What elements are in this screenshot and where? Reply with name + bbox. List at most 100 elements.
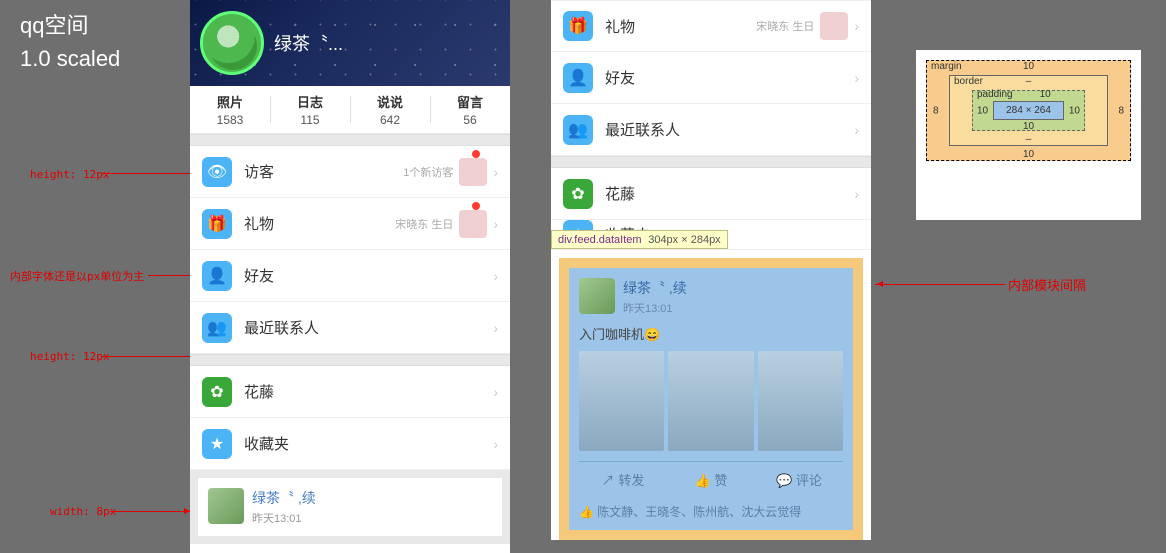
bm-padding-left: 10: [977, 105, 988, 116]
action-label: 转发: [618, 473, 644, 488]
feed-item[interactable]: 绿茶〝 ,续 昨天13:01: [198, 478, 502, 536]
box-model-diagram: margin 10 8 10 8 border – – padding 10 1…: [916, 50, 1141, 220]
bm-margin-top: 10: [1023, 61, 1034, 72]
row-huateng[interactable]: ✿ 花藤 ›: [551, 168, 871, 220]
stat-label: 留言: [430, 92, 510, 111]
like-button[interactable]: 👍 赞: [667, 462, 755, 497]
flower-icon: ✿: [563, 179, 593, 209]
row-label: 好友: [605, 67, 854, 88]
chevron-right-icon: ›: [493, 320, 498, 336]
star-icon: ★: [202, 429, 232, 459]
anno-inner-font: 内部字体还是以px单位为主: [10, 268, 144, 284]
forward-button[interactable]: ↗ 转发: [579, 462, 667, 497]
bm-margin: margin 10 8 10 8 border – – padding 10 1…: [926, 60, 1131, 161]
arrow-to-width8: [110, 511, 192, 512]
bm-padding-top: 10: [1040, 89, 1051, 100]
row-meta: 宋晓东 生日: [395, 216, 453, 232]
chevron-right-icon: ›: [493, 268, 498, 284]
arrow-to-gap2: [102, 356, 200, 357]
title-line1: qq空间: [20, 8, 120, 40]
row-label: 花藤: [605, 183, 854, 204]
chevron-right-icon: ›: [854, 186, 859, 202]
chevron-right-icon: ›: [493, 436, 498, 452]
friend-icon: 👤: [563, 63, 593, 93]
friend-icon: 👤: [202, 261, 232, 291]
row-visitors[interactable]: 👁 访客 1个新访客 ›: [190, 146, 510, 198]
bm-content: 284 × 264: [993, 101, 1064, 120]
section-gap: [190, 354, 510, 366]
feed-likes: 👍 陈文静、王晓冬、陈州航、沈大云觉得: [579, 503, 843, 520]
stat-label: 照片: [190, 92, 270, 111]
row-huateng[interactable]: ✿ 花藤 ›: [190, 366, 510, 418]
badge-dot: [472, 150, 480, 158]
row-friends[interactable]: 👤 好友 ›: [551, 52, 871, 104]
row-recent[interactable]: 👥 最近联系人 ›: [551, 104, 871, 156]
feed-images: [579, 351, 843, 451]
stat-value: 56: [430, 113, 510, 127]
row-friends[interactable]: 👤 好友 ›: [190, 250, 510, 302]
chevron-right-icon: ›: [854, 70, 859, 86]
chevron-right-icon: ›: [854, 122, 859, 138]
chevron-right-icon: ›: [493, 164, 498, 180]
stat-msgs[interactable]: 留言 56: [430, 86, 510, 133]
profile-name: 绿茶〝...: [274, 30, 343, 56]
title-line2: 1.0 scaled: [20, 46, 120, 72]
forward-icon: ↗: [602, 473, 615, 488]
comment-icon: 💬: [776, 473, 792, 488]
chevron-right-icon: ›: [493, 384, 498, 400]
feed-header: 绿茶〝 ,续 昨天13:01: [208, 488, 492, 526]
highlighted-feed-item: 绿茶〝 ,续 昨天13:01 入门咖啡机😄 ↗ 转发 👍 赞 💬 评论 👍 陈文…: [559, 258, 863, 540]
like-icon: 👍: [695, 473, 711, 488]
bm-padding: padding 10 10 10 10 284 × 264: [972, 90, 1085, 131]
phone-panel-2: 🎁 礼物 宋晓东 生日 › 👤 好友 › 👥 最近联系人 › ✿ 花藤 › ★ …: [551, 0, 871, 540]
gift-icon: 🎁: [202, 209, 232, 239]
bm-border-top: –: [1026, 76, 1032, 87]
devtools-tooltip: div.feed.dataItem 304px × 284px: [551, 230, 728, 249]
stat-photos[interactable]: 照片1583: [190, 86, 270, 133]
feed-image[interactable]: [758, 351, 843, 451]
stat-shuoshuo[interactable]: 说说642: [350, 86, 430, 133]
row-gifts[interactable]: 🎁 礼物 宋晓东 生日 ›: [551, 0, 871, 52]
chevron-right-icon: ›: [493, 216, 498, 232]
feed-image[interactable]: [579, 351, 664, 451]
feed-timestamp: 昨天13:01: [252, 510, 316, 526]
bm-margin-bottom: 10: [1023, 149, 1034, 160]
row-label: 礼物: [605, 16, 756, 37]
stat-label: 日志: [270, 92, 350, 111]
row-gifts[interactable]: 🎁 礼物 宋晓东 生日 ›: [190, 198, 510, 250]
arrow-to-gap1: [102, 173, 200, 174]
bm-padding-label: padding: [977, 89, 1013, 100]
comment-button[interactable]: 💬 评论: [755, 462, 843, 497]
feed-avatar[interactable]: [208, 488, 244, 524]
profile-header: 绿茶〝...: [190, 0, 510, 86]
feed-avatar[interactable]: [579, 278, 615, 314]
row-meta: 1个新访客: [403, 164, 453, 180]
stat-logs[interactable]: 日志115: [270, 86, 350, 133]
avatar[interactable]: [200, 11, 264, 75]
bm-margin-label: margin: [931, 61, 962, 72]
bm-border-bottom: –: [1026, 134, 1032, 145]
thumb-icon: 👍: [579, 505, 594, 519]
recent-icon: 👥: [563, 115, 593, 145]
bm-border: border – – padding 10 10 10 10 284 × 264: [949, 75, 1108, 146]
row-label: 礼物: [244, 213, 395, 234]
row-label: 最近联系人: [605, 119, 854, 140]
bm-border-label: border: [954, 76, 983, 87]
tooltip-dims: 304px × 284px: [648, 234, 720, 246]
row-recent[interactable]: 👥 最近联系人 ›: [190, 302, 510, 354]
row-label: 最近联系人: [244, 317, 493, 338]
arrow-to-boxmodel: [875, 284, 1005, 285]
row-meta: 宋晓东 生日: [756, 18, 814, 34]
action-label: 评论: [796, 473, 822, 488]
gift-thumb: [820, 12, 848, 40]
row-favorites[interactable]: ★ 收藏夹 ›: [190, 418, 510, 470]
bm-margin-right: 8: [1118, 105, 1124, 116]
feed-content: 入门咖啡机😄: [579, 324, 843, 343]
bm-padding-bottom: 10: [1023, 121, 1034, 132]
feed-section: 绿茶〝 ,续 昨天13:01: [190, 470, 510, 544]
feed-image[interactable]: [668, 351, 753, 451]
feed-timestamp: 昨天13:01: [623, 300, 687, 316]
feed-header: 绿茶〝 ,续 昨天13:01: [579, 278, 843, 316]
feed-author: 绿茶〝 ,续: [252, 488, 316, 508]
stat-label: 说说: [350, 92, 430, 111]
